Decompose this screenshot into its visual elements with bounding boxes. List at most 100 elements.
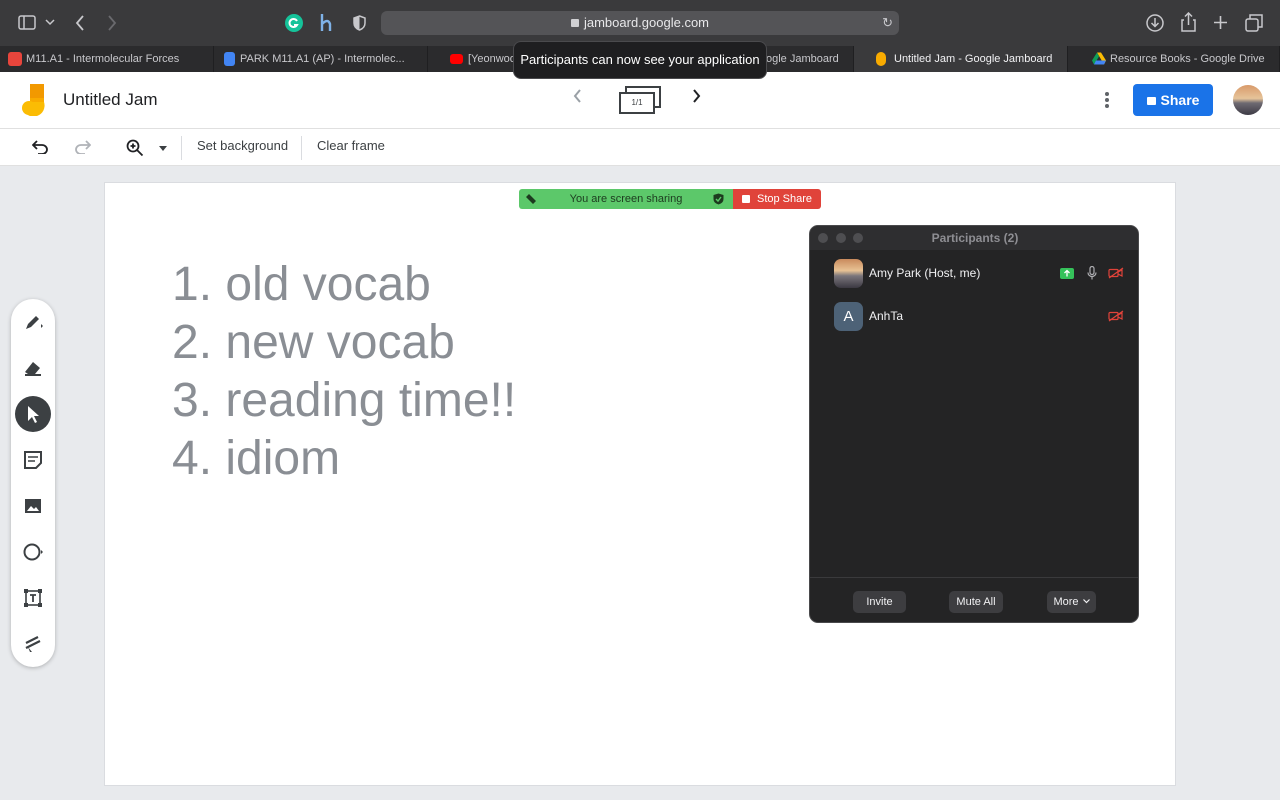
participant-name: Amy Park (Host, me)	[869, 266, 981, 280]
more-options-icon[interactable]	[1104, 91, 1110, 109]
shield-check-icon	[713, 193, 724, 205]
video-off-icon[interactable]	[1108, 267, 1124, 279]
select-tool[interactable]	[15, 396, 51, 432]
shape-icon	[23, 543, 43, 561]
tab-title: Untitled Jam - Google Jamboard	[894, 53, 1053, 65]
undo-icon[interactable]	[32, 140, 48, 154]
close-window-icon[interactable]	[818, 233, 828, 243]
tab-youtube[interactable]: [Yeonwoo	[428, 46, 520, 72]
agenda-item: 2. new vocab	[172, 316, 455, 369]
clear-frame-button[interactable]: Clear frame	[317, 138, 385, 153]
tab-intermolecular-forces[interactable]: M11.A1 - Intermolecular Forces	[0, 46, 214, 72]
jamboard-logo-icon	[22, 84, 45, 116]
pen-icon	[26, 316, 43, 329]
lock-icon	[1146, 97, 1156, 105]
jam-header: Untitled Jam 1/1 Share	[0, 72, 1280, 129]
sticky-note-icon	[24, 451, 42, 469]
tab-title: Resource Books - Google Drive	[1110, 53, 1265, 65]
participants-footer: Invite Mute All More	[810, 577, 1138, 622]
agenda-item: 1. old vocab	[172, 258, 431, 311]
set-background-button[interactable]: Set background	[197, 138, 288, 153]
new-tab-icon[interactable]	[1213, 15, 1228, 30]
agenda-item: 3. reading time!!	[172, 374, 517, 427]
select-icon	[28, 406, 39, 423]
share-icon[interactable]	[1181, 12, 1196, 32]
tab-google-doc[interactable]: PARK M11.A1 (AP) - Intermolec...	[214, 46, 428, 72]
participant-avatar: A	[834, 302, 863, 331]
invite-button[interactable]: Invite	[853, 591, 906, 613]
mute-all-button[interactable]: Mute All	[949, 591, 1003, 613]
stop-share-button[interactable]: Stop Share	[733, 189, 821, 209]
tab-untitled-jam[interactable]: Untitled Jam - Google Jamboard	[854, 46, 1068, 72]
frame-indicator: 1/1	[619, 92, 655, 114]
text-box-icon	[24, 589, 42, 607]
sticky-note-tool[interactable]	[15, 442, 51, 478]
tab-title: M11.A1 - Intermolecular Forces	[26, 53, 180, 65]
shape-tool[interactable]	[15, 534, 51, 570]
zoom-window-icon[interactable]	[853, 233, 863, 243]
participant-row[interactable]: Amy Park (Host, me)	[810, 254, 1138, 294]
tab-google-jamboard[interactable]: ogle Jamboard	[766, 46, 854, 72]
share-button-label: Share	[1160, 92, 1200, 108]
minimize-window-icon[interactable]	[836, 233, 846, 243]
participants-window: Participants (2) Amy Park (Host, me) A A…	[809, 225, 1139, 623]
address-bar[interactable]: jamboard.google.com ↻	[381, 11, 899, 35]
account-avatar[interactable]	[1233, 85, 1263, 115]
image-tool[interactable]	[15, 488, 51, 524]
browser-toolbar: jamboard.google.com ↻	[0, 0, 1280, 46]
participant-row[interactable]: A AnhTa	[810, 297, 1138, 337]
text-box-tool[interactable]	[15, 580, 51, 616]
honey-icon[interactable]	[318, 13, 334, 33]
stop-share-label: Stop Share	[757, 193, 813, 205]
more-button[interactable]: More	[1047, 591, 1096, 613]
tab-resource-books[interactable]: Resource Books - Google Drive	[1068, 46, 1280, 72]
pen-tool[interactable]	[15, 304, 51, 340]
screen-share-toast: Participants can now see your applicatio…	[513, 41, 767, 79]
lock-icon	[570, 19, 579, 27]
more-button-label: More	[1053, 596, 1079, 608]
screen: jamboard.google.com ↻ M11.A1 - Intermole…	[0, 0, 1280, 800]
eraser-icon	[25, 362, 41, 376]
tab-title: [Yeonwoo	[468, 53, 516, 65]
video-off-icon[interactable]	[1108, 310, 1124, 322]
tab-title: ogle Jamboard	[766, 53, 839, 65]
forward-icon[interactable]	[107, 15, 117, 31]
frame-bar-toggle[interactable]: 1/1	[619, 86, 661, 114]
chevron-down-icon[interactable]	[45, 19, 55, 26]
image-icon	[25, 499, 41, 513]
drag-handle-icon	[526, 194, 536, 204]
tabs-overview-icon[interactable]	[1245, 14, 1263, 32]
shield-icon[interactable]	[353, 15, 366, 31]
youtube-favicon-icon	[450, 54, 463, 64]
reload-icon[interactable]: ↻	[882, 11, 893, 35]
redo-icon[interactable]	[75, 140, 91, 154]
participants-title-bar[interactable]: Participants (2)	[810, 226, 1138, 250]
participant-avatar	[834, 259, 863, 288]
zoom-dropdown-icon[interactable]	[159, 146, 167, 151]
tool-palette	[11, 299, 55, 667]
previous-frame-icon[interactable]	[572, 88, 582, 104]
screen-share-bar: You are screen sharing Stop Share	[519, 189, 821, 209]
docs-favicon-icon	[224, 52, 235, 66]
jamboard-favicon-icon	[876, 52, 886, 66]
drive-favicon-icon	[1092, 52, 1106, 65]
agenda-item: 4. idiom	[172, 432, 341, 485]
tab-title: PARK M11.A1 (AP) - Intermolec...	[240, 53, 405, 65]
share-button[interactable]: Share	[1133, 84, 1213, 116]
sidebar-icon[interactable]	[18, 15, 36, 30]
grammarly-icon[interactable]	[285, 14, 303, 32]
screen-share-status-label: You are screen sharing	[569, 193, 683, 205]
microphone-icon[interactable]	[1087, 266, 1097, 280]
download-icon[interactable]	[1146, 14, 1164, 32]
eraser-tool[interactable]	[15, 350, 51, 386]
back-icon[interactable]	[75, 15, 85, 31]
jam-title[interactable]: Untitled Jam	[63, 90, 157, 110]
agenda-text-block[interactable]: 1. old vocab 2. new vocab 3. reading tim…	[172, 256, 516, 488]
toolbar-divider	[181, 136, 182, 160]
stop-icon	[742, 195, 750, 203]
zoom-icon[interactable]	[126, 139, 144, 157]
next-frame-icon[interactable]	[692, 88, 702, 104]
laser-tool[interactable]	[15, 626, 51, 662]
laser-icon	[25, 636, 41, 652]
screen-share-status[interactable]: You are screen sharing	[519, 189, 733, 209]
